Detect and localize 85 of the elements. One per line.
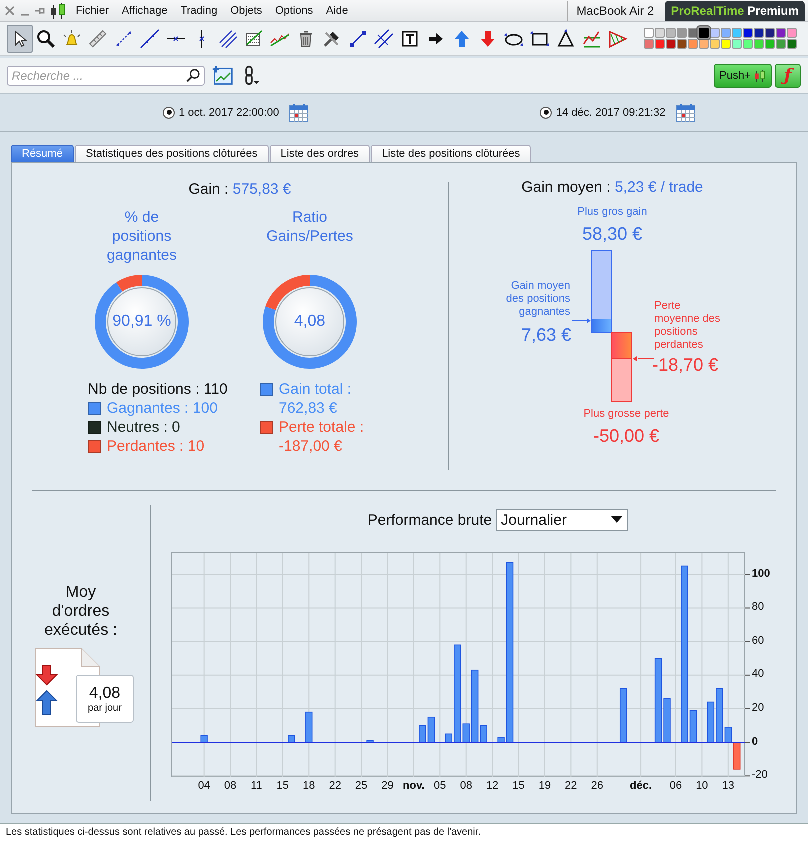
axis-label: 60	[752, 634, 764, 648]
average-gain-label: Gain moyen des positions gagnantes	[505, 280, 570, 319]
donut-title: % de positions gagnantes	[106, 208, 178, 266]
orders-label: Moy d'ordres exécutés :	[44, 583, 118, 640]
calendar-icon[interactable]	[289, 102, 310, 122]
legend-label: Perte totale : -187,00 €	[279, 418, 366, 456]
max-gain-value: 58,30 €	[582, 224, 643, 245]
average-loss-value: -18,70 €	[652, 355, 720, 376]
radio-button[interactable]	[540, 106, 552, 118]
axis-label: -20	[752, 769, 768, 782]
max-loss-value: -50,00 €	[593, 426, 660, 447]
leader-line	[571, 318, 590, 324]
legend-label: Gain total : 762,83 €	[279, 380, 353, 418]
axis-label: déc.	[630, 780, 652, 793]
menu-item[interactable]: Aide	[326, 4, 348, 16]
tab[interactable]: Liste des positions clôturées	[371, 145, 532, 162]
axis-label: 18	[303, 780, 316, 793]
legend-label: Neutres : 0	[107, 418, 180, 437]
date-text: 14 déc. 2017 09:21:32	[556, 106, 666, 118]
axis-label: 22	[565, 780, 578, 793]
push-button[interactable]: Push+	[714, 64, 772, 88]
menu-item[interactable]: Affichage	[122, 4, 168, 16]
axis-label: 40	[752, 668, 764, 682]
status-bar: Les statistiques ci-dessus sont relatives au passé. Les performances passées ne présagent pas de l'avenir.	[0, 823, 808, 842]
orders-unit: par jour	[88, 702, 122, 714]
axis-label: 29	[382, 780, 394, 793]
close-icon[interactable]	[5, 6, 15, 16]
caret-icon[interactable]	[611, 516, 624, 524]
axis-label: 15	[276, 780, 290, 793]
max-loss-label: Plus grosse perte	[584, 408, 670, 420]
average-loss-label: Perte moyenne des positions perdantes	[654, 300, 722, 352]
average-gain-value: 7,63 €	[521, 325, 572, 346]
legend-label: Perdantes : 10	[107, 437, 205, 456]
axis-label: 04	[198, 780, 210, 793]
loss-bar	[610, 332, 632, 402]
menu-item[interactable]: Fichier	[76, 4, 110, 16]
axis-label: 05	[434, 780, 446, 793]
gain-text: Gain : 575,83 €	[188, 180, 292, 200]
candlestick-icon	[50, 2, 66, 20]
axis-label: 12	[486, 780, 499, 793]
candlestick-icon	[754, 68, 766, 82]
menu-item[interactable]: Trading	[180, 4, 218, 16]
axis-label: 20	[752, 702, 764, 715]
radio-button[interactable]	[163, 106, 175, 118]
axis-label: 80	[752, 601, 764, 614]
axis-label: 26	[591, 780, 604, 793]
date-text: 1 oct. 2017 22:00:00	[179, 106, 280, 118]
axis-label: 10	[696, 780, 708, 793]
add-chart-icon[interactable]	[212, 64, 234, 86]
legend-label: Gagnantes : 100	[107, 399, 218, 418]
axis-label: 13	[722, 780, 735, 793]
search-field[interactable]: Recherche ...	[7, 66, 205, 86]
search-input[interactable]: Recherche ...	[8, 68, 186, 82]
device-name: MacBook Air 2	[566, 0, 664, 20]
donut-value: 90,91 %	[112, 313, 172, 331]
axis-label: 19	[538, 780, 552, 793]
axis-label: 08	[224, 780, 237, 793]
axis-label: nov.	[403, 780, 425, 793]
pointer-icon[interactable]	[7, 24, 33, 52]
search-icon[interactable]	[186, 68, 201, 83]
pin-icon[interactable]	[35, 6, 45, 16]
donut-title: Ratio Gains/Pertes	[266, 208, 354, 247]
axis-label: 25	[355, 780, 368, 793]
axis-label: 0	[752, 736, 758, 749]
menu-item[interactable]: Objets	[230, 4, 262, 16]
color-palette[interactable]	[644, 28, 797, 49]
axis-label: 06	[670, 780, 682, 793]
axis-label: 08	[460, 780, 472, 793]
axis-label: 100	[752, 568, 770, 581]
menu-item[interactable]: Options	[275, 4, 314, 16]
brand-badge: ProRealTime Premium	[665, 0, 805, 20]
axis-label: 15	[512, 780, 525, 793]
tab[interactable]: Statistiques des positions clôturées	[74, 145, 269, 162]
chart-title: Performance brute	[368, 512, 492, 528]
max-gain-label: Plus gros gain	[578, 206, 648, 218]
axis-label: 11	[251, 780, 262, 793]
tab[interactable]: Liste des ordres	[270, 145, 370, 162]
donut-value: 4,08	[294, 313, 326, 331]
average-gain-text: Gain moyen : 5,23 € / trade	[522, 178, 704, 198]
axis-label: 22	[329, 780, 342, 793]
period-dropdown[interactable]: Journalier	[496, 509, 628, 531]
positions-count: Nb de positions : 110	[88, 380, 227, 399]
calendar-icon[interactable]	[676, 102, 696, 122]
orders-value: 4,08	[89, 684, 121, 702]
leader-line	[632, 356, 654, 362]
